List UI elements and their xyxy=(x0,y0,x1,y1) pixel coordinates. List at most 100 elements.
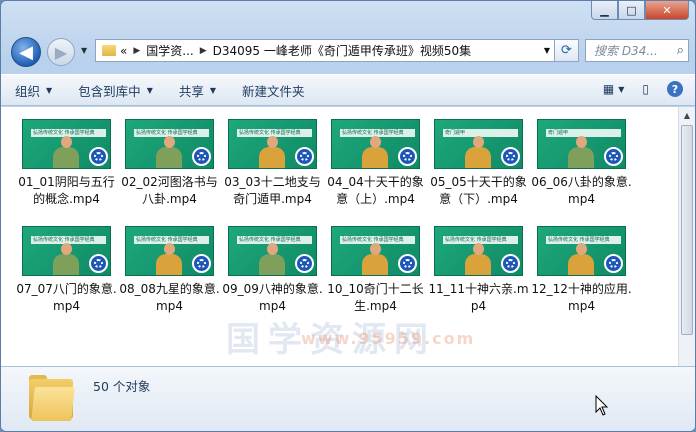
presenter-figure xyxy=(156,136,182,168)
file-item[interactable]: 弘扬传统文化 传承国学经典 01_01阴阳与五行的概念.mp4 xyxy=(15,119,118,208)
media-player-icon xyxy=(604,254,623,273)
breadcrumb-overflow[interactable]: « xyxy=(120,44,127,58)
address-bar[interactable]: « ▶ 国学资... ▶ D34095 一峰老师《奇门遁甲传承班》视频50集 ▼ xyxy=(95,39,555,62)
file-name: 02_02河图洛书与八卦.mp4 xyxy=(121,175,218,206)
video-thumbnail: 弘扬传统文化 传承国学经典 xyxy=(331,226,420,276)
search-icon[interactable]: ⌕ xyxy=(677,43,684,58)
media-player-icon xyxy=(192,254,211,273)
caption-buttons: ▁ □ ✕ xyxy=(591,1,689,21)
video-thumbnail: 弘扬传统文化 传承国学经典 xyxy=(331,119,420,169)
search-placeholder: 搜索 D34... xyxy=(594,44,658,58)
refresh-button[interactable]: ⟳ xyxy=(555,39,579,62)
forward-button[interactable]: ▶ xyxy=(47,38,75,66)
scroll-up-icon[interactable]: ▲ xyxy=(679,107,695,124)
change-view-icon[interactable]: ▦ xyxy=(603,82,614,96)
item-count: 50 个对象 xyxy=(93,379,151,394)
video-thumbnail: 弘扬传统文化 传承国学经典 xyxy=(434,226,523,276)
preview-pane-icon[interactable]: ▯ xyxy=(642,82,649,96)
refresh-icon: ⟳ xyxy=(561,43,572,58)
media-player-icon xyxy=(501,147,520,166)
video-thumbnail: 弘扬传统文化 传承国学经典 xyxy=(228,226,317,276)
mouse-cursor-icon xyxy=(595,395,609,416)
presenter-figure xyxy=(53,243,79,275)
media-player-icon xyxy=(89,147,108,166)
maximize-button[interactable]: □ xyxy=(618,1,645,20)
file-name: 08_08九星的象意.mp4 xyxy=(119,282,220,313)
watermark-url: www.95959.com xyxy=(301,329,476,348)
file-name: 09_09八神的象意.mp4 xyxy=(222,282,323,313)
video-thumbnail: 弘扬传统文化 传承国学经典 xyxy=(125,119,214,169)
presenter-figure xyxy=(465,136,491,168)
command-bar: 组织 ▼ 包含到库中 ▼ 共享 ▼ 新建文件夹 ▦ ▼ ▯ ? xyxy=(1,74,695,106)
forward-arrow-icon: ▶ xyxy=(54,42,68,62)
media-player-icon xyxy=(604,147,623,166)
chevron-down-icon: ▼ xyxy=(209,85,217,95)
recent-pages-dropdown[interactable]: ▼ xyxy=(81,46,87,55)
breadcrumb-current[interactable]: D34095 一峰老师《奇门遁甲传承班》视频50集 xyxy=(213,42,472,59)
video-thumbnail: 奇门遁甲 xyxy=(434,119,523,169)
view-dropdown-icon[interactable]: ▼ xyxy=(618,85,624,94)
address-dropdown-icon[interactable]: ▼ xyxy=(544,46,550,55)
navigation-bar: ◀ ▶ ▼ « ▶ 国学资... ▶ D34095 一峰老师《奇门遁甲传承班》视… xyxy=(1,33,695,67)
file-name: 05_05十天干的象意（下）.mp4 xyxy=(430,175,527,206)
presenter-figure xyxy=(53,136,79,168)
file-item[interactable]: 弘扬传统文化 传承国学经典 03_03十二地支与奇门遁甲.mp4 xyxy=(221,119,324,208)
media-player-icon xyxy=(295,147,314,166)
help-icon[interactable]: ? xyxy=(667,81,683,97)
file-item[interactable]: 弘扬传统文化 传承国学经典 11_11十神六亲.mp4 xyxy=(427,226,530,315)
video-thumbnail: 弘扬传统文化 传承国学经典 xyxy=(22,226,111,276)
file-item[interactable]: 弘扬传统文化 传承国学经典 09_09八神的象意.mp4 xyxy=(221,226,324,315)
new-folder-label: 新建文件夹 xyxy=(242,83,305,99)
media-player-icon xyxy=(398,254,417,273)
media-player-icon xyxy=(398,147,417,166)
file-item[interactable]: 弘扬传统文化 传承国学经典 08_08九星的象意.mp4 xyxy=(118,226,221,315)
media-player-icon xyxy=(192,147,211,166)
media-player-icon xyxy=(89,254,108,273)
presenter-figure xyxy=(259,243,285,275)
breadcrumb-parent[interactable]: 国学资... xyxy=(146,42,193,59)
share-label: 共享 xyxy=(178,83,204,99)
file-list-pane[interactable]: 弘扬传统文化 传承国学经典 01_01阴阳与五行的概念.mp4 弘扬传统文化 传承国… xyxy=(1,107,678,366)
video-thumbnail: 弘扬传统文化 传承国学经典 xyxy=(228,119,317,169)
explorer-window: ▁ □ ✕ ◀ ▶ ▼ « ▶ 国学资... ▶ D34095 一峰老师《奇门遁… xyxy=(0,0,696,432)
presenter-figure xyxy=(568,243,594,275)
file-grid: 弘扬传统文化 传承国学经典 01_01阴阳与五行的概念.mp4 弘扬传统文化 传承国… xyxy=(15,119,633,315)
organize-label: 组织 xyxy=(15,83,41,99)
folder-icon xyxy=(102,45,116,56)
scroll-thumb[interactable] xyxy=(681,125,693,335)
presenter-figure xyxy=(259,136,285,168)
file-item[interactable]: 奇门遁甲 05_05十天干的象意（下）.mp4 xyxy=(427,119,530,208)
file-item[interactable]: 弘扬传统文化 传承国学经典 07_07八门的象意.mp4 xyxy=(15,226,118,315)
video-thumbnail: 奇门遁甲 xyxy=(537,119,626,169)
file-name: 12_12十神的应用.mp4 xyxy=(531,282,632,313)
file-name: 07_07八门的象意.mp4 xyxy=(16,282,117,313)
presenter-figure xyxy=(362,243,388,275)
include-in-library-button[interactable]: 包含到库中 ▼ xyxy=(78,81,153,100)
include-library-label: 包含到库中 xyxy=(78,83,141,99)
new-folder-button[interactable]: 新建文件夹 xyxy=(242,81,305,100)
back-button[interactable]: ◀ xyxy=(11,37,41,67)
video-thumbnail: 弘扬传统文化 传承国学经典 xyxy=(125,226,214,276)
file-name: 04_04十天干的象意（上）.mp4 xyxy=(327,175,424,206)
file-item[interactable]: 弘扬传统文化 传承国学经典 10_10奇门十二长生.mp4 xyxy=(324,226,427,315)
media-player-icon xyxy=(501,254,520,273)
presenter-figure xyxy=(362,136,388,168)
video-thumbnail: 弘扬传统文化 传承国学经典 xyxy=(22,119,111,169)
file-item[interactable]: 弘扬传统文化 传承国学经典 12_12十神的应用.mp4 xyxy=(530,226,633,315)
search-input[interactable]: 搜索 D34... ⌕ xyxy=(585,39,689,62)
video-thumbnail: 弘扬传统文化 传承国学经典 xyxy=(537,226,626,276)
chevron-down-icon: ▼ xyxy=(46,85,53,95)
breadcrumb-separator-icon: ▶ xyxy=(199,45,207,56)
close-button[interactable]: ✕ xyxy=(645,1,689,20)
vertical-scrollbar[interactable]: ▲ xyxy=(678,107,695,366)
file-name: 11_11十神六亲.mp4 xyxy=(428,282,529,313)
breadcrumb-separator-icon: ▶ xyxy=(133,45,141,56)
organize-button[interactable]: 组织 ▼ xyxy=(15,81,52,100)
file-item[interactable]: 弘扬传统文化 传承国学经典 02_02河图洛书与八卦.mp4 xyxy=(118,119,221,208)
file-item[interactable]: 弘扬传统文化 传承国学经典 04_04十天干的象意（上）.mp4 xyxy=(324,119,427,208)
minimize-button[interactable]: ▁ xyxy=(591,1,618,20)
share-button[interactable]: 共享 ▼ xyxy=(179,81,216,100)
file-name: 06_06八卦的象意.mp4 xyxy=(531,175,632,206)
file-item[interactable]: 奇门遁甲 06_06八卦的象意.mp4 xyxy=(530,119,633,208)
media-player-icon xyxy=(295,254,314,273)
